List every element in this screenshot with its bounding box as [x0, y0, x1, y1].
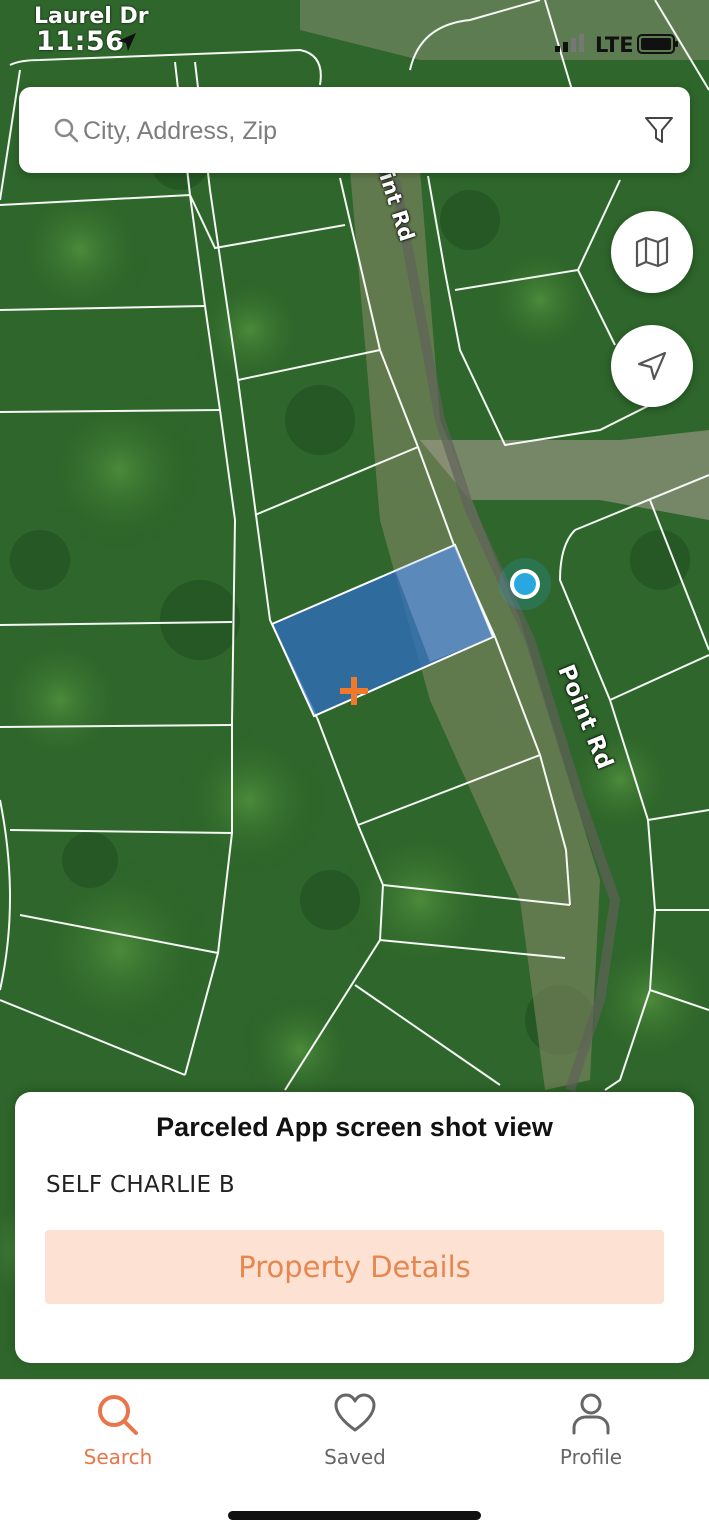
- tab-search[interactable]: Search: [43, 1380, 193, 1480]
- network-label: LTE: [595, 33, 634, 57]
- search-bar: [19, 87, 690, 173]
- battery-icon: [637, 34, 678, 54]
- search-icon: [98, 1395, 138, 1435]
- map-layers-button[interactable]: [611, 211, 693, 293]
- parcel-info-card: Parceled App screen shot view SELF CHARL…: [15, 1092, 694, 1363]
- filter-icon[interactable]: [644, 115, 674, 145]
- card-title: Parceled App screen shot view: [156, 1112, 553, 1142]
- location-arrow-icon: [118, 33, 136, 51]
- search-icon: [54, 118, 79, 143]
- home-indicator: [228, 1511, 481, 1520]
- tab-profile[interactable]: Profile: [516, 1380, 666, 1480]
- signal-icon: [555, 34, 584, 52]
- user-location-icon: [499, 558, 551, 610]
- property-details-button[interactable]: Property Details: [45, 1230, 664, 1304]
- tab-saved-label: Saved: [324, 1445, 386, 1469]
- status-time: 11:56: [36, 26, 125, 57]
- heart-icon: [334, 1393, 376, 1432]
- parcel-owner: SELF CHARLIE B: [46, 1172, 235, 1198]
- status-bar: Laurel Dr 11:56 LTE: [0, 0, 709, 70]
- navigation-arrow-icon: [637, 351, 667, 381]
- map-icon: [635, 236, 669, 268]
- my-location-button[interactable]: [611, 325, 693, 407]
- search-input[interactable]: [81, 109, 625, 153]
- tab-profile-label: Profile: [559, 1445, 623, 1469]
- tab-search-label: Search: [83, 1445, 153, 1469]
- person-icon: [572, 1393, 610, 1435]
- parcel-marker-icon: [340, 677, 368, 705]
- tab-saved[interactable]: Saved: [280, 1380, 430, 1480]
